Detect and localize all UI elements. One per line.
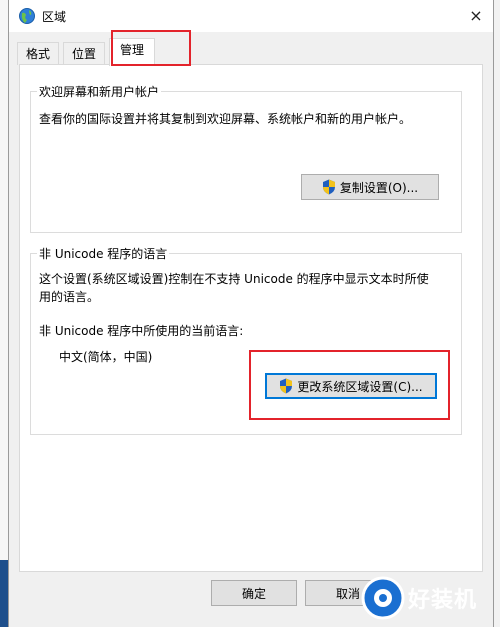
copy-settings-button[interactable]: 复制设置(O)... xyxy=(301,174,439,200)
welcome-group-legend: 欢迎屏幕和新用户帐户 xyxy=(37,83,162,100)
non-unicode-description-line2: 用的语言。 xyxy=(39,290,100,304)
uac-shield-icon xyxy=(322,179,335,195)
welcome-screen-group: 欢迎屏幕和新用户帐户 查看你的国际设置并将其复制到欢迎屏幕、系统帐户和新的用户帐… xyxy=(30,83,462,233)
watermark-text: 好装机 xyxy=(408,588,478,613)
copy-settings-label: 复制设置(O)... xyxy=(339,180,419,195)
ok-button[interactable]: 确定 xyxy=(211,580,297,606)
administrative-panel: 欢迎屏幕和新用户帐户 查看你的国际设置并将其复制到欢迎屏幕、系统帐户和新的用户帐… xyxy=(19,64,483,572)
tab-location[interactable]: 位置 xyxy=(63,42,106,65)
watermark-logo-icon xyxy=(361,576,405,620)
tab-format[interactable]: 格式 xyxy=(17,42,60,65)
title-bar: 区域 × xyxy=(9,0,493,32)
watermark: 好装机 xyxy=(360,572,492,624)
close-button[interactable]: × xyxy=(459,0,493,32)
welcome-description: 查看你的国际设置并将其复制到欢迎屏幕、系统帐户和新的用户帐户。 xyxy=(39,112,412,126)
current-language-value: 中文(简体，中国) xyxy=(59,350,153,364)
locale-button-highlight-annotation xyxy=(249,350,450,420)
window-title: 区域 xyxy=(42,10,67,24)
current-language-label: 非 Unicode 程序中所使用的当前语言: xyxy=(39,324,244,338)
non-unicode-group-legend: 非 Unicode 程序的语言 xyxy=(37,245,170,262)
non-unicode-description-line1: 这个设置(系统区域设置)控制在不支持 Unicode 的程序中显示文本时所使 xyxy=(39,272,429,286)
region-globe-icon xyxy=(19,8,35,24)
tab-highlight-annotation xyxy=(111,30,191,66)
region-dialog: 区域 × 格式 位置 管理 欢迎屏幕和新用户帐户 查看你的国际设置并将其复制到欢… xyxy=(8,0,494,627)
